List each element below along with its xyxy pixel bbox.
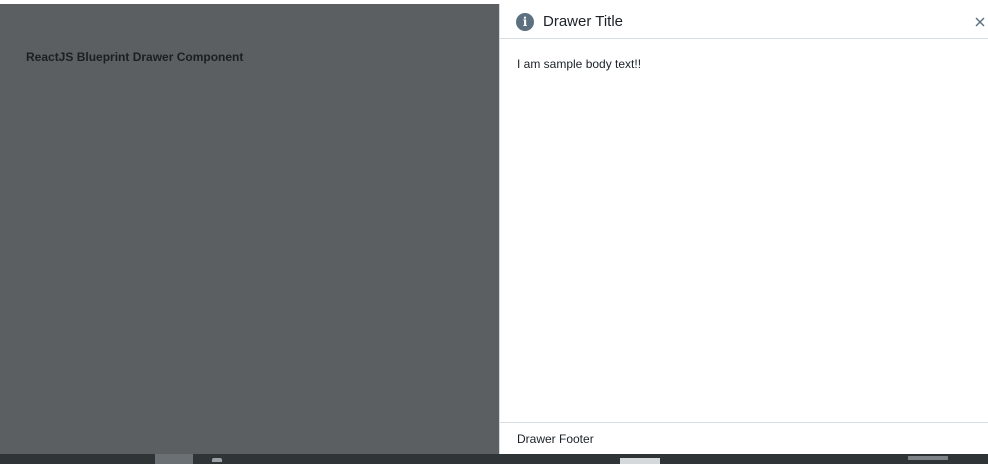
- drawer-body-text: I am sample body text!!: [517, 57, 642, 71]
- os-taskbar: [0, 454, 988, 464]
- close-icon: [975, 17, 985, 27]
- info-icon: i: [516, 13, 534, 31]
- drawer-title: Drawer Title: [543, 13, 624, 30]
- taskbar-active-app-button[interactable]: [155, 454, 193, 464]
- drawer-footer: Drawer Footer: [500, 422, 988, 454]
- drawer-footer-text: Drawer Footer: [517, 432, 594, 446]
- taskbar-input-area[interactable]: [620, 458, 660, 464]
- drawer-backdrop[interactable]: ReactJS Blueprint Drawer Component: [0, 4, 499, 454]
- taskbar-app-button[interactable]: [212, 458, 222, 462]
- drawer-header: i Drawer Title: [500, 4, 988, 39]
- drawer-panel: i Drawer Title I am sample body text!! D…: [499, 4, 988, 454]
- page-heading: ReactJS Blueprint Drawer Component: [26, 50, 244, 64]
- taskbar-clock[interactable]: [908, 456, 948, 460]
- app-viewport: ReactJS Blueprint Drawer Component i Dra…: [0, 0, 988, 464]
- close-button[interactable]: [972, 12, 988, 32]
